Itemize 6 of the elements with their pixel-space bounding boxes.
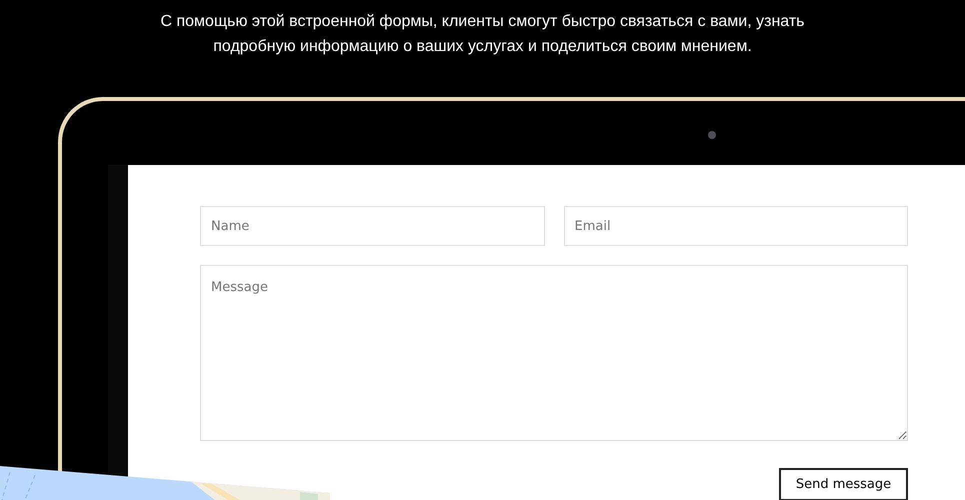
- send-button[interactable]: Send message: [779, 468, 908, 500]
- message-field[interactable]: Message: [200, 265, 908, 441]
- intro-text: С помощью этой встроенной формы, клиенты смогут быстро связаться с вами, узнать подробную информацию о ваших услугах и поделиться своим мнением.: [159, 12, 806, 57]
- input-field[interactable]: Email: [564, 206, 908, 246]
- input-field[interactable]: Name: [200, 206, 544, 246]
- camera-icon: [708, 131, 716, 139]
